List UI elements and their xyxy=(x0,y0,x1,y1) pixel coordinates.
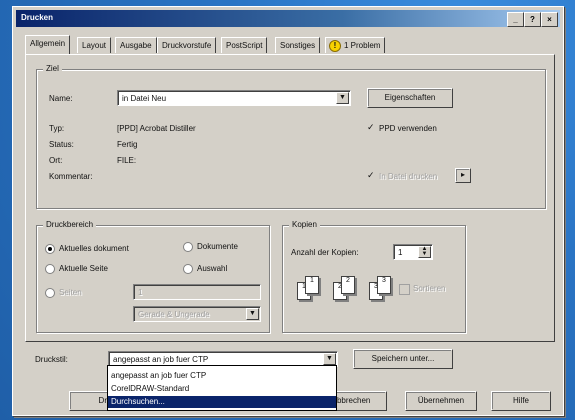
range-value: Gerade & Ungerade xyxy=(138,310,210,319)
name-label: Name: xyxy=(49,94,73,103)
spinner-arrows-icon[interactable]: ▲ ▼ xyxy=(418,246,431,258)
tab-strip: Allgemein Layout Ausgabe Druckvorstufe P… xyxy=(25,35,555,55)
seiten-label: Seiten xyxy=(59,288,82,297)
tab-problem-label: 1 Problem xyxy=(344,41,381,50)
sortieren-checkbox[interactable] xyxy=(399,284,410,295)
page-stack-icon: 3 xyxy=(377,276,391,294)
ziel-group: Ziel Name: in Datei Neu ▼ Eigenschaften … xyxy=(36,64,546,209)
print-to-file-label: In Datei drucken xyxy=(379,172,438,181)
title-bar: Drucken _ ? × xyxy=(16,10,560,27)
dropdown-option[interactable]: CorelDRAW-Standard xyxy=(108,383,336,395)
druckbereich-group: Druckbereich Aktuelles dokument Dokument… xyxy=(36,220,270,333)
seiten-value: 1 xyxy=(138,288,143,297)
tab-layout[interactable]: Layout xyxy=(77,37,112,53)
print-to-file-arrow-button[interactable]: ▸ xyxy=(455,168,471,183)
typ-label: Typ: xyxy=(49,124,65,133)
tab-problem[interactable]: ! 1 Problem xyxy=(325,37,386,53)
druckstil-dropdown-list: angepasst an job fuer CTP CorelDRAW-Stan… xyxy=(107,365,337,411)
window-title: Drucken xyxy=(21,13,54,22)
tab-postscript[interactable]: PostScript xyxy=(221,37,268,53)
print-dialog: Drucken _ ? × Allgemein Layout Ausgabe D… xyxy=(12,6,564,416)
chevron-down-icon: ▼ xyxy=(336,92,349,104)
radio-seiten[interactable] xyxy=(45,288,55,298)
ppd-label: PPD verwenden xyxy=(379,124,437,133)
print-to-file-checkbox[interactable]: ✓ xyxy=(367,170,375,181)
druckbereich-group-title: Druckbereich xyxy=(43,220,97,229)
auswahl-label: Auswahl xyxy=(197,264,228,273)
copies-value: 1 xyxy=(398,248,403,257)
dokumente-label: Dokumente xyxy=(197,242,238,251)
dropdown-option[interactable]: angepasst an job fuer CTP xyxy=(108,370,336,382)
close-button[interactable]: × xyxy=(541,12,558,27)
typ-value: [PPD] Acrobat Distiller xyxy=(117,124,196,133)
kopien-group: Kopien Anzahl der Kopien: 1 ▲ ▼ 1 1 2 2 3… xyxy=(282,220,466,333)
anzahl-kopien-label: Anzahl der Kopien: xyxy=(291,248,359,257)
help-button[interactable]: ? xyxy=(524,12,541,27)
ppd-checkbox[interactable]: ✓ xyxy=(367,122,375,133)
ort-label: Ort: xyxy=(49,156,63,165)
radio-aktuelles-dokument[interactable] xyxy=(45,244,55,254)
radio-aktuelle-seite[interactable] xyxy=(45,264,55,274)
druckstil-value: angepasst an job fuer CTP xyxy=(113,355,209,364)
printer-select[interactable]: in Datei Neu ▼ xyxy=(117,90,351,106)
kommentar-label: Kommentar: xyxy=(49,172,93,181)
radio-auswahl[interactable] xyxy=(183,264,193,274)
uebernehmen-button[interactable]: Übernehmen xyxy=(405,391,477,411)
page-stack-icon: 1 xyxy=(305,276,319,294)
tab-allgemein[interactable]: Allgemein xyxy=(25,35,71,54)
sortieren-label: Sortieren xyxy=(413,284,446,293)
speichern-unter-button[interactable]: Speichern unter... xyxy=(353,349,453,369)
seiten-input[interactable]: 1 xyxy=(133,284,261,300)
tab-druckvorstufe[interactable]: Druckvorstufe xyxy=(157,37,217,53)
tab-ausgabe[interactable]: Ausgabe xyxy=(115,37,157,53)
copies-spinner[interactable]: 1 ▲ ▼ xyxy=(393,244,433,260)
page-stack-icon: 2 xyxy=(341,276,355,294)
dropdown-option-highlighted[interactable]: Durchsuchen... xyxy=(108,396,336,408)
druckstil-label: Druckstil: xyxy=(35,355,68,364)
ziel-group-title: Ziel xyxy=(43,64,62,73)
status-label: Status: xyxy=(49,140,74,149)
radio-dokumente[interactable] xyxy=(183,242,193,252)
ort-value: FILE: xyxy=(117,156,137,165)
tab-panel: Ziel Name: in Datei Neu ▼ Eigenschaften … xyxy=(25,54,555,342)
aktuelles-dokument-label: Aktuelles dokument xyxy=(59,244,129,253)
chevron-down-icon: ▼ xyxy=(323,353,336,365)
kopien-group-title: Kopien xyxy=(289,220,320,229)
chevron-down-icon: ▼ xyxy=(246,308,259,320)
warning-icon: ! xyxy=(329,40,341,52)
minimize-button[interactable]: _ xyxy=(507,12,524,27)
aktuelle-seite-label: Aktuelle Seite xyxy=(59,264,108,273)
properties-button[interactable]: Eigenschaften xyxy=(367,88,453,108)
tab-sonstiges[interactable]: Sonstiges xyxy=(275,37,321,53)
printer-value: in Datei Neu xyxy=(122,94,167,103)
range-select[interactable]: Gerade & Ungerade ▼ xyxy=(133,306,261,322)
hilfe-button[interactable]: Hilfe xyxy=(491,391,551,411)
status-value: Fertig xyxy=(117,140,138,149)
